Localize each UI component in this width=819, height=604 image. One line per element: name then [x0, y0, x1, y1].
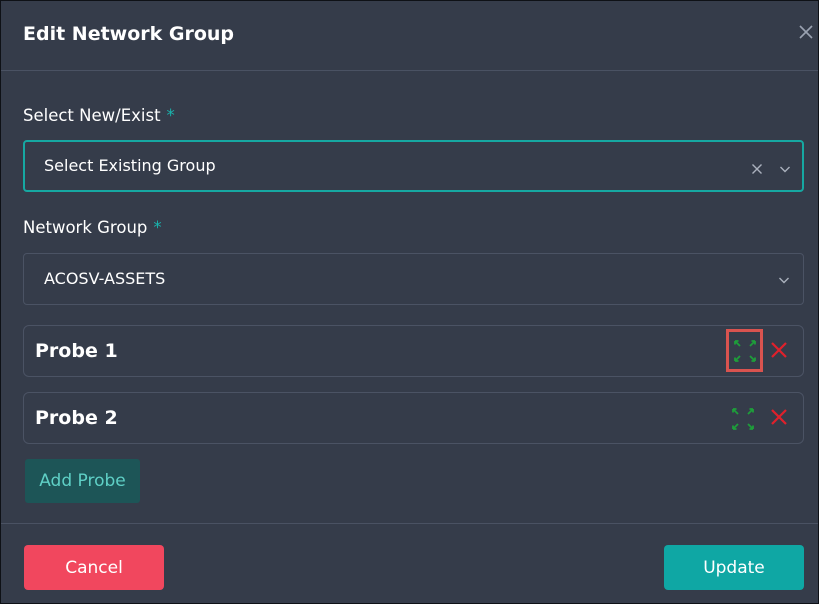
select-mode-dropdown[interactable]: Select Existing Group — [23, 140, 804, 192]
add-probe-button[interactable]: Add Probe — [25, 459, 140, 503]
edit-network-group-dialog: Edit Network Group Select New/Exist * Sel… — [0, 0, 819, 604]
select-mode-label-text: Select New/Exist — [23, 106, 161, 125]
chevron-down-icon[interactable] — [777, 272, 791, 286]
select-mode-value: Select Existing Group — [44, 156, 216, 175]
update-button[interactable]: Update — [664, 545, 804, 590]
probe-card: Probe 2 — [23, 392, 804, 444]
chevron-down-icon[interactable] — [778, 161, 792, 175]
probe-name: Probe 1 — [35, 340, 118, 362]
clear-icon[interactable] — [750, 161, 764, 175]
cancel-button[interactable]: Cancel — [24, 545, 164, 590]
expand-arrows-icon[interactable] — [726, 329, 763, 372]
required-marker: * — [153, 218, 162, 237]
select-mode-label: Select New/Exist * — [23, 106, 175, 125]
network-group-value: ACOSV-ASSETS — [44, 269, 166, 288]
close-icon[interactable] — [797, 23, 815, 41]
dialog-title: Edit Network Group — [23, 23, 235, 45]
close-icon[interactable] — [770, 408, 788, 426]
expand-arrows-icon[interactable] — [730, 406, 756, 432]
network-group-dropdown[interactable]: ACOSV-ASSETS — [23, 253, 804, 305]
dialog-header: Edit Network Group — [1, 1, 818, 71]
probe-card: Probe 1 — [23, 325, 804, 377]
dialog-footer-divider — [1, 523, 818, 524]
network-group-label: Network Group * — [23, 218, 162, 237]
required-marker: * — [166, 106, 175, 125]
close-icon[interactable] — [770, 341, 788, 359]
probe-name: Probe 2 — [35, 407, 118, 429]
network-group-label-text: Network Group — [23, 218, 148, 237]
